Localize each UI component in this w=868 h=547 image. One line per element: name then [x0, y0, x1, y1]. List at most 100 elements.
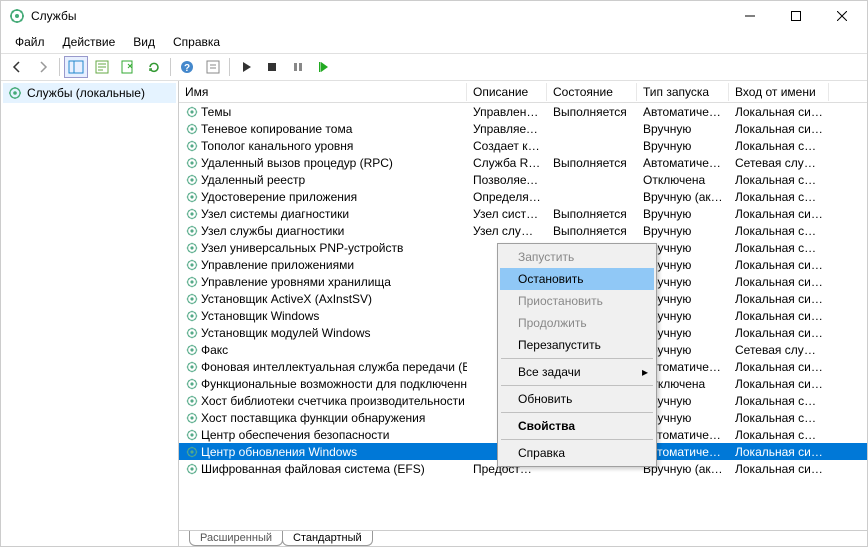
content-area: Службы (локальные) Имя Описание Состояни… [1, 81, 867, 546]
service-row[interactable]: Узел системы диагностикиУзел сист…Выполн… [179, 205, 867, 222]
list-pane: Имя Описание Состояние Тип запуска Вход … [179, 81, 867, 546]
view-tabs: Расширенный Стандартный [179, 530, 867, 546]
service-logon: Локальная сис… [729, 292, 829, 306]
pause-button[interactable] [286, 56, 310, 78]
toolbar-separator [229, 58, 230, 76]
tab-standard[interactable]: Стандартный [282, 531, 373, 546]
menu-action[interactable]: Действие [55, 33, 124, 51]
service-description: Управлен… [467, 105, 547, 119]
service-description: Узел сист… [467, 207, 547, 221]
service-name: Шифрованная файловая система (EFS) [201, 462, 425, 476]
ctx-restart[interactable]: Перезапустить [500, 334, 654, 356]
service-row[interactable]: Тополог канального уровняСоздает ка…Вруч… [179, 137, 867, 154]
service-name: Центр обновления Windows [201, 445, 357, 459]
gear-icon [185, 292, 199, 306]
service-logon: Локальная сис… [729, 122, 829, 136]
service-name: Хост библиотеки счетчика производительно… [201, 394, 465, 408]
app-icon [9, 8, 25, 24]
service-row[interactable]: Удостоверение приложенияОпределя…Вручную… [179, 188, 867, 205]
ctx-start: Запустить [500, 246, 654, 268]
column-state[interactable]: Состояние [547, 83, 637, 101]
ctx-separator [501, 439, 653, 440]
service-name: Установщик Windows [201, 309, 319, 323]
service-row[interactable]: Удаленный вызов процедур (RPC)Служба R…В… [179, 154, 867, 171]
help-button[interactable]: ? [175, 56, 199, 78]
title-bar: Службы [1, 1, 867, 31]
service-name: Фоновая интеллектуальная служба передачи… [201, 360, 467, 374]
stop-button[interactable] [260, 56, 284, 78]
toolbar: ? [1, 53, 867, 81]
tree-root-services[interactable]: Службы (локальные) [3, 83, 176, 103]
service-logon: Локальная слу… [729, 173, 829, 187]
service-state: Выполняется [547, 207, 637, 221]
maximize-button[interactable] [773, 1, 819, 31]
tree-pane: Службы (локальные) [1, 81, 179, 546]
service-description: Определя… [467, 190, 547, 204]
ctx-refresh[interactable]: Обновить [500, 388, 654, 410]
gear-icon [185, 241, 199, 255]
ctx-all-tasks[interactable]: Все задачи▸ [500, 361, 654, 383]
service-description: Служба R… [467, 156, 547, 170]
gear-icon [185, 309, 199, 323]
service-description: Создает ка… [467, 139, 547, 153]
gear-icon [185, 207, 199, 221]
back-button[interactable] [5, 56, 29, 78]
service-description: Управляет… [467, 122, 547, 136]
service-name: Удостоверение приложения [201, 190, 357, 204]
service-logon: Локальная сис… [729, 462, 829, 476]
ctx-help[interactable]: Справка [500, 442, 654, 464]
service-logon: Локальная слу… [729, 411, 829, 425]
restart-button[interactable] [312, 56, 336, 78]
service-row[interactable]: Узел службы диагностикиУзел служ…Выполня… [179, 222, 867, 239]
list-header: Имя Описание Состояние Тип запуска Вход … [179, 81, 867, 103]
ctx-properties[interactable]: Свойства [500, 415, 654, 437]
properties-button[interactable] [90, 56, 114, 78]
export-list-button[interactable] [116, 56, 140, 78]
ctx-stop[interactable]: Остановить [500, 268, 654, 290]
menu-view[interactable]: Вид [125, 33, 163, 51]
service-startup: Отключена [637, 173, 729, 187]
column-logon[interactable]: Вход от имени [729, 83, 829, 101]
refresh-button[interactable] [142, 56, 166, 78]
ctx-pause: Приостановить [500, 290, 654, 312]
gear-icon [185, 122, 199, 136]
column-description[interactable]: Описание [467, 83, 547, 101]
service-startup: Вручную [637, 224, 729, 238]
service-logon: Локальная слу… [729, 224, 829, 238]
play-button[interactable] [234, 56, 258, 78]
gear-icon [185, 462, 199, 476]
toolbar-separator [59, 58, 60, 76]
column-startup[interactable]: Тип запуска [637, 83, 729, 101]
service-logon: Локальная слу… [729, 139, 829, 153]
close-button[interactable] [819, 1, 865, 31]
menu-file[interactable]: Файл [7, 33, 53, 51]
show-hide-tree-button[interactable] [64, 56, 88, 78]
tab-extended[interactable]: Расширенный [189, 531, 283, 546]
gear-icon [185, 377, 199, 391]
service-row[interactable]: ТемыУправлен…ВыполняетсяАвтоматиче…Локал… [179, 103, 867, 120]
service-name: Тополог канального уровня [201, 139, 353, 153]
service-logon: Локальная сис… [729, 377, 829, 391]
gear-icon [185, 445, 199, 459]
service-description: Узел служ… [467, 224, 547, 238]
gear-icon [185, 258, 199, 272]
action-button[interactable] [201, 56, 225, 78]
ctx-separator [501, 385, 653, 386]
service-name: Удаленный реестр [201, 173, 305, 187]
service-logon: Локальная сис… [729, 326, 829, 340]
gear-icon [185, 173, 199, 187]
service-name: Узел службы диагностики [201, 224, 344, 238]
gear-icon [185, 411, 199, 425]
minimize-button[interactable] [727, 1, 773, 31]
service-logon: Локальная сис… [729, 360, 829, 374]
service-row[interactable]: Теневое копирование томаУправляет…Вручну… [179, 120, 867, 137]
service-description: Позволяет… [467, 173, 547, 187]
service-logon: Сетевая служба [729, 343, 829, 357]
service-row[interactable]: Удаленный реестр Позволяет… ОтключенаЛокал… [179, 171, 867, 188]
forward-button[interactable] [31, 56, 55, 78]
column-name[interactable]: Имя [179, 83, 467, 101]
ctx-separator [501, 412, 653, 413]
service-logon: Локальная сис… [729, 105, 829, 119]
gear-icon [185, 190, 199, 204]
menu-help[interactable]: Справка [165, 33, 228, 51]
